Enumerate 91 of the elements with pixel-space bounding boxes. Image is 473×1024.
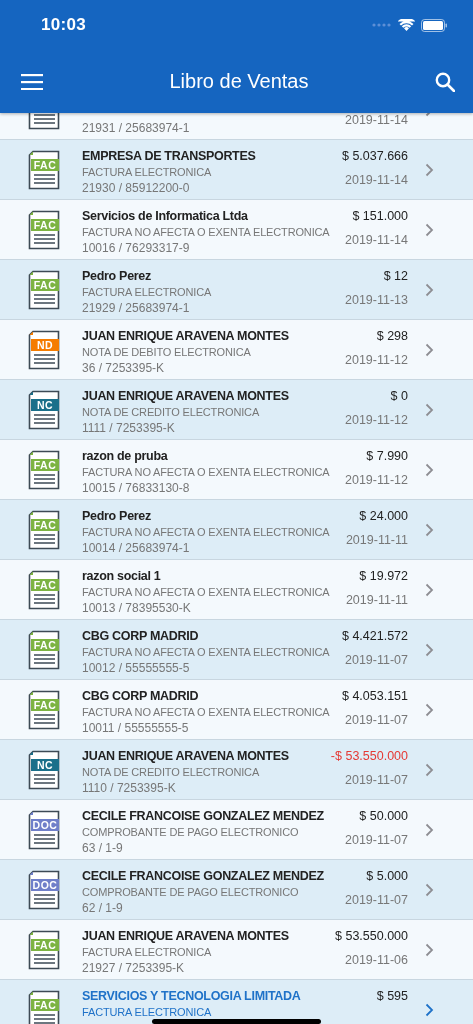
document-type: FACTURA NO AFECTA O EXENTA ELECTRONICA	[82, 705, 331, 720]
document-type: NOTA DE DEBITO ELECTRONICA	[82, 345, 252, 360]
document-reference: 10013 / 78395530-K	[82, 600, 192, 616]
document-type: FACTURA NO AFECTA O EXENTA ELECTRONICA	[82, 585, 331, 600]
customer-name: razon de pruba	[82, 448, 169, 465]
customer-name: JUAN ENRIQUE ARAVENA MONTES	[82, 748, 290, 765]
document-date: 2019-11-13	[345, 293, 408, 307]
amount: $ 5.037.666	[341, 148, 408, 165]
document-date: 2019-11-12	[345, 353, 408, 367]
amount: $ 24.000	[359, 508, 408, 525]
customer-name: SERVICIOS Y TECNOLOGIA LIMITADA	[82, 988, 302, 1005]
customer-name: JUAN ENRIQUE ARAVENA MONTES	[82, 388, 290, 405]
screen-title: Libro de Ventas	[169, 70, 309, 93]
document-type: FACTURA NO AFECTA O EXENTA ELECTRONICA	[82, 645, 331, 660]
document-type: FACTURA ELECTRONICA	[82, 285, 213, 300]
document-type: FACTURA ELECTRONICA	[82, 1005, 213, 1020]
document-reference: 1110 / 7253395-K	[82, 780, 177, 796]
document-date: 2019-11-07	[345, 893, 408, 907]
document-date: 2019-11-12	[345, 473, 408, 487]
document-type: FACTURA NO AFECTA O EXENTA ELECTRONICA	[82, 225, 331, 240]
document-row[interactable]: FAC CBG CORP MADRID $ 4.421.572 FACTURA NO AFECTA O EXENTA ELECTRONICA 10012 / 55555555-5 2019-11-07	[0, 620, 473, 680]
document-type: NOTA DE CREDITO ELECTRONICA	[82, 405, 261, 420]
document-reference: 21931 / 25683974-1	[82, 120, 191, 136]
document-reference: 10015 / 76833130-8	[82, 480, 191, 496]
document-reference: 21930 / 85912200-0	[82, 180, 191, 196]
customer-name: Pedro Perez	[82, 268, 152, 285]
customer-name: CECILE FRANCOISE GONZALEZ MENDEZ	[82, 808, 325, 825]
amount: -$ 53.550.000	[330, 748, 408, 765]
document-date: 2019-11-14	[345, 173, 408, 187]
document-date: 2019-11-06	[345, 953, 408, 967]
document-reference: 21927 / 7253395-K	[82, 960, 186, 976]
document-row[interactable]: NC JUAN ENRIQUE ARAVENA MONTES $ 0 NOTA DE CREDITO ELECTRONICA 1111 / 7253395-K 2019-11-12	[0, 380, 473, 440]
search-icon[interactable]	[435, 71, 455, 92]
document-type: COMPROBANTE DE PAGO ELECTRONICO	[82, 825, 300, 840]
document-reference: 21929 / 25683974-1	[82, 300, 191, 316]
document-type: NOTA DE CREDITO ELECTRONICA	[82, 765, 261, 780]
document-row[interactable]: DOC CECILE FRANCOISE GONZALEZ MENDEZ $ 5.000 COMPROBANTE DE PAGO ELECTRONICO 62 / 1-9 2019-11-07	[0, 860, 473, 920]
customer-name: CBG CORP MADRID	[82, 688, 200, 705]
amount: $ 298	[376, 328, 408, 345]
document-reference: 1111 / 7253395-K	[82, 420, 176, 436]
signal-icon	[372, 23, 392, 27]
document-type: FACTURA ELECTRONICA	[82, 165, 213, 180]
document-row[interactable]: FAC Pedro Perez $ 24.000 FACTURA NO AFECTA O EXENTA ELECTRONICA 10014 / 25683974-1 2019-11-11	[0, 500, 473, 560]
document-row[interactable]: 21931 / 25683974-1 2019-11-14	[0, 113, 473, 140]
customer-name: Pedro Perez	[82, 508, 152, 525]
amount: $ 0	[390, 388, 408, 405]
amount: $ 19.972	[359, 568, 408, 585]
amount: $ 50.000	[359, 808, 408, 825]
customer-name: Servicios de Informatica Ltda	[82, 208, 249, 225]
customer-name: CBG CORP MADRID	[82, 628, 200, 645]
menu-icon[interactable]	[21, 73, 43, 90]
document-row[interactable]: NC JUAN ENRIQUE ARAVENA MONTES -$ 53.550.000 NOTA DE CREDITO ELECTRONICA 1110 / 7253395-K 2019-11-07	[0, 740, 473, 800]
document-reference: 10011 / 55555555-5	[82, 720, 190, 736]
document-date: 2019-11-07	[345, 653, 408, 667]
customer-name: CECILE FRANCOISE GONZALEZ MENDEZ	[82, 868, 325, 885]
amount: $ 7.990	[366, 448, 408, 465]
document-reference: 62 / 1-9	[82, 900, 124, 916]
amount: $ 151.000	[352, 208, 408, 225]
document-row[interactable]: FAC SERVICIOS Y TECNOLOGIA LIMITADA $ 595 FACTURA ELECTRONICA	[0, 980, 473, 1024]
document-date: 2019-11-07	[345, 713, 408, 727]
document-reference: 36 / 7253395-K	[82, 360, 166, 376]
wifi-icon	[398, 19, 415, 31]
document-reference: 10016 / 76293317-9	[82, 240, 191, 256]
amount: $ 53.550.000	[335, 928, 408, 945]
amount: $ 4.053.151	[341, 688, 408, 705]
document-row[interactable]: FAC Pedro Perez $ 12 FACTURA ELECTRONICA 21929 / 25683974-1 2019-11-13	[0, 260, 473, 320]
document-date: 2019-11-07	[345, 773, 408, 787]
document-date: 2019-11-14	[345, 113, 408, 127]
document-date: 2019-11-11	[345, 593, 408, 607]
document-reference: 63 / 1-9	[82, 840, 124, 856]
customer-name: JUAN ENRIQUE ARAVENA MONTES	[82, 928, 290, 945]
customer-name: JUAN ENRIQUE ARAVENA MONTES	[82, 328, 290, 345]
customer-name: EMPRESA DE TRANSPORTES	[82, 148, 257, 165]
document-row[interactable]: FAC EMPRESA DE TRANSPORTES $ 5.037.666 FACTURA ELECTRONICA 21930 / 85912200-0 2019-11-14	[0, 140, 473, 200]
customer-name: razon social 1	[82, 568, 162, 585]
amount: $ 595	[376, 988, 408, 1005]
document-type: COMPROBANTE DE PAGO ELECTRONICO	[82, 885, 300, 900]
battery-icon	[421, 18, 448, 32]
document-reference: 10014 / 25683974-1	[82, 540, 191, 556]
document-type: FACTURA NO AFECTA O EXENTA ELECTRONICA	[82, 465, 331, 480]
document-date: 2019-11-07	[345, 833, 408, 847]
document-type: FACTURA NO AFECTA O EXENTA ELECTRONICA	[82, 525, 331, 540]
status-time: 10:03	[41, 15, 86, 35]
document-date: 2019-11-12	[345, 413, 408, 427]
document-date: 2019-11-14	[345, 233, 408, 247]
amount: $ 12	[383, 268, 408, 285]
document-type: FACTURA ELECTRONICA	[82, 945, 213, 960]
document-reference: 10012 / 55555555-5	[82, 660, 191, 676]
amount: $ 5.000	[366, 868, 408, 885]
document-date: 2019-11-11	[345, 533, 408, 547]
amount: $ 4.421.572	[341, 628, 408, 645]
